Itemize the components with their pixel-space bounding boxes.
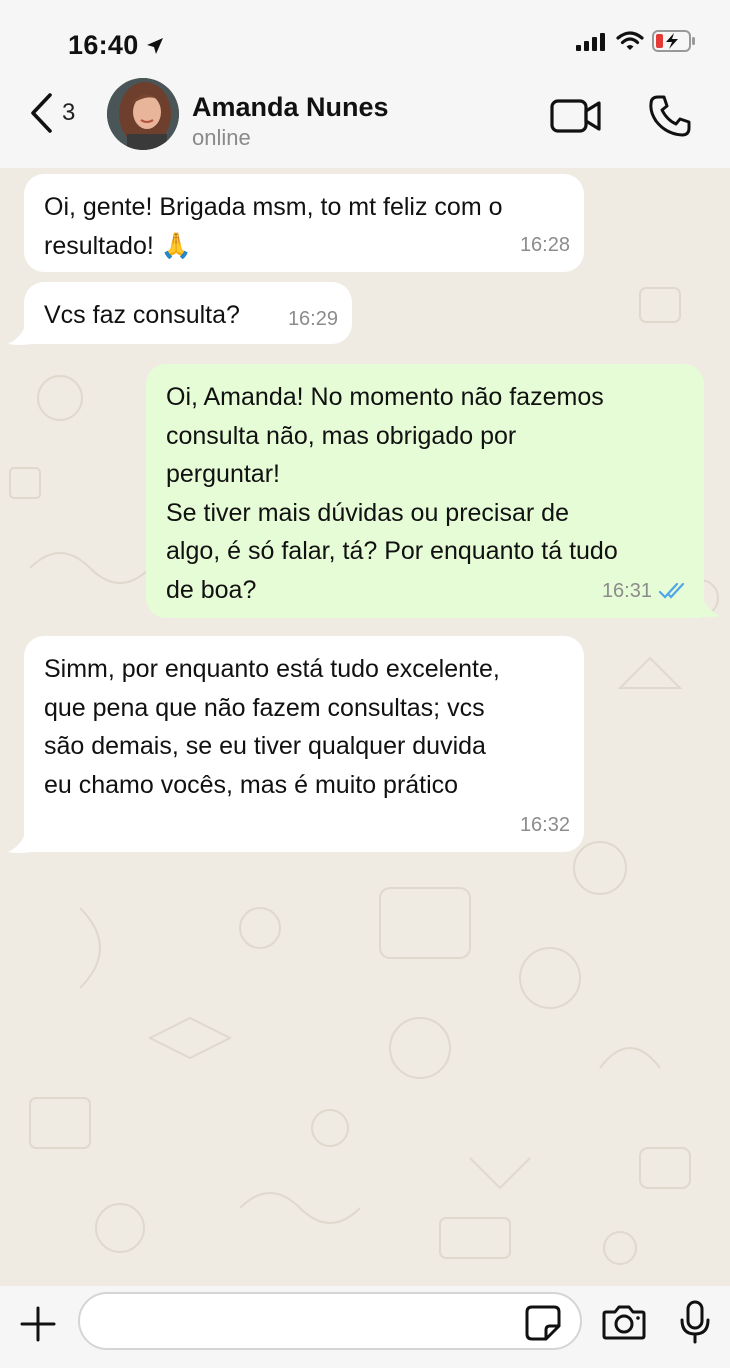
attach-button[interactable]	[20, 1306, 56, 1347]
camera-button[interactable]	[602, 1304, 646, 1345]
message-time: 16:28	[520, 226, 570, 265]
message-bubble-incoming[interactable]: Vcs faz consulta? 16:29	[24, 282, 352, 344]
signal-icon	[576, 33, 605, 51]
sticker-icon	[525, 1305, 561, 1341]
bubble-tail	[696, 600, 720, 617]
back-button[interactable]: 3	[28, 92, 75, 134]
camera-icon	[602, 1305, 646, 1340]
message-text: Simm, por enquanto está tudo excelente, …	[44, 655, 500, 799]
sticker-button[interactable]	[524, 1304, 562, 1347]
message-time-text: 16:31	[601, 579, 652, 602]
avatar-image	[107, 78, 179, 150]
message-input[interactable]	[78, 1292, 582, 1350]
message-time: 16:29	[288, 300, 338, 339]
contact-status: online	[192, 125, 251, 150]
message-time: 16:32	[520, 806, 570, 845]
location-arrow-icon	[146, 37, 163, 54]
double-check-icon	[658, 582, 685, 599]
chat-area[interactable]: Oi, gente! Brigada msm, to mt feliz com …	[0, 168, 730, 1286]
message-bubble-outgoing[interactable]: Oi, Amanda! No momento não fazemos consu…	[146, 364, 704, 618]
wifi-icon	[616, 31, 644, 50]
message-time-text: 16:32	[519, 813, 570, 836]
bubble-tail	[8, 328, 32, 345]
voice-call-button[interactable]	[648, 94, 692, 143]
phone-icon	[649, 95, 691, 137]
message-time-text: 16:29	[287, 307, 338, 330]
message-bubble-incoming[interactable]: Oi, gente! Brigada msm, to mt feliz com …	[24, 174, 584, 272]
composer-bar	[0, 1286, 730, 1368]
battery-charging-icon	[652, 30, 695, 52]
message-text: Oi, gente! Brigada msm, to mt feliz com …	[44, 193, 503, 260]
status-bar: 16:40	[0, 0, 730, 80]
message-bubble-incoming[interactable]: Simm, por enquanto está tudo excelente, …	[24, 636, 584, 852]
status-icons	[576, 30, 696, 52]
video-call-button[interactable]	[550, 98, 602, 139]
plus-icon	[20, 1306, 56, 1342]
video-camera-icon	[550, 99, 601, 133]
status-time-text: 16:40	[68, 30, 139, 60]
status-time: 16:40	[68, 30, 165, 61]
microphone-icon	[680, 1300, 710, 1344]
message-time-text: 16:28	[519, 233, 570, 256]
contact-name[interactable]: Amanda Nunes	[192, 92, 389, 123]
chat-header: 3 Amanda Nunes online	[0, 70, 730, 168]
message-time: 16:31	[602, 572, 690, 611]
bubble-tail	[8, 836, 32, 853]
microphone-button[interactable]	[678, 1300, 712, 1349]
avatar[interactable]	[107, 78, 179, 150]
unread-count: 3	[62, 99, 76, 126]
chevron-left-icon	[31, 93, 52, 133]
